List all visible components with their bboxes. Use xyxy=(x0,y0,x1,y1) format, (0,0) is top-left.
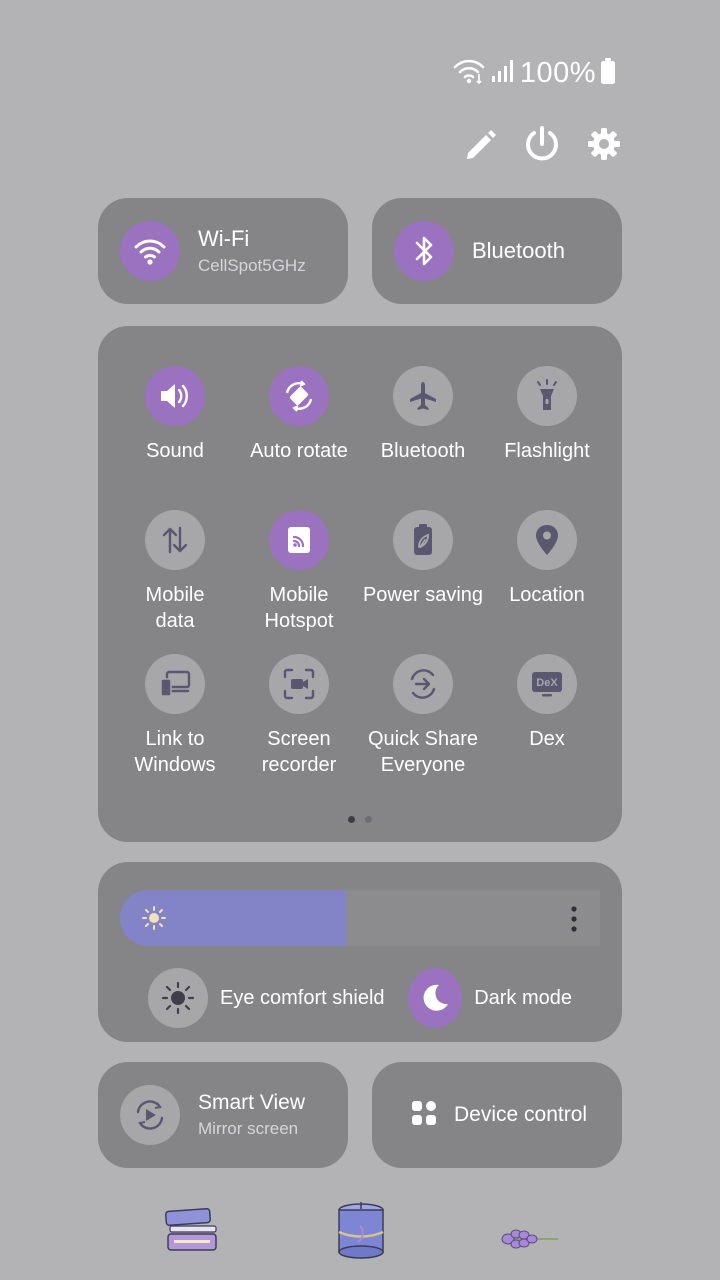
sound-icon xyxy=(145,366,205,426)
brightness-card: Eye comfort shield Dark mode xyxy=(98,862,622,1042)
quick-share-icon xyxy=(393,654,453,714)
tile-quick-share[interactable]: Quick Share Everyone xyxy=(361,654,485,778)
smart-view-subtitle: Mirror screen xyxy=(198,1119,299,1138)
smart-view-tile[interactable]: Smart View Mirror screen xyxy=(98,1062,348,1168)
mobile-data-label: Mobile data xyxy=(145,584,205,632)
dark-mode-label: Dark mode xyxy=(474,986,572,1009)
auto-rotate-icon xyxy=(269,366,329,426)
wifi-status-icon xyxy=(452,57,486,90)
wifi-icon xyxy=(120,221,180,281)
eye-comfort-label: Eye comfort shield xyxy=(220,986,385,1009)
dex-label: Dex xyxy=(529,728,565,750)
battery-icon xyxy=(600,57,616,90)
tile-power-saving[interactable]: Power saving xyxy=(361,510,485,608)
tile-location[interactable]: Location xyxy=(485,510,609,608)
screen-recorder-label: Screen recorder xyxy=(261,728,337,776)
smart-view-icon xyxy=(120,1085,180,1145)
page-indicator xyxy=(348,816,372,823)
screen-recorder-icon xyxy=(269,654,329,714)
quick-share-label: Quick Share Everyone xyxy=(367,728,479,776)
wifi-network-name: CellSpot5GHz xyxy=(198,256,306,275)
tile-flashlight[interactable]: Flashlight xyxy=(485,366,609,464)
quick-settings-grid: Sound Auto rotate Bluetooth Flashlight M… xyxy=(98,326,622,842)
bluetooth-grid-label: Bluetooth xyxy=(380,440,466,462)
brightness-slider[interactable] xyxy=(120,890,600,946)
smart-view-title: Smart View xyxy=(198,1091,305,1114)
sound-label: Sound xyxy=(146,440,204,462)
auto-rotate-label: Auto rotate xyxy=(250,440,348,462)
lavender-sticker-icon xyxy=(500,1224,560,1259)
tile-mobile-hotspot[interactable]: Mobile Hotspot xyxy=(237,510,361,634)
device-control-grid-icon xyxy=(410,1099,438,1132)
brightness-more-icon[interactable] xyxy=(570,906,578,937)
candle-sticker-icon xyxy=(334,1198,388,1265)
page-dot xyxy=(365,816,372,823)
books-sticker-icon xyxy=(160,1202,220,1261)
status-bar: 100% xyxy=(452,56,616,90)
signal-icon xyxy=(490,58,516,89)
bluetooth-icon xyxy=(394,221,454,281)
bluetooth-tile[interactable]: Bluetooth xyxy=(372,198,622,304)
location-label: Location xyxy=(509,584,585,606)
edit-pencil-icon[interactable] xyxy=(460,124,500,164)
page-dot-active xyxy=(348,816,355,823)
power-saving-label: Power saving xyxy=(362,584,484,606)
tile-screen-recorder[interactable]: Screen recorder xyxy=(237,654,361,778)
device-control-title: Device control xyxy=(454,1103,588,1126)
tile-bluetooth[interactable]: Bluetooth xyxy=(361,366,485,464)
wifi-title: Wi-Fi xyxy=(198,226,250,251)
mobile-data-arrows-icon xyxy=(145,510,205,570)
tile-mobile-data[interactable]: Mobile data xyxy=(113,510,237,634)
tile-dex[interactable]: DeX Dex xyxy=(485,654,609,752)
flashlight-label: Flashlight xyxy=(504,440,590,462)
panel-actions xyxy=(460,124,624,164)
link-to-windows-label: Link to Windows xyxy=(134,728,216,776)
hotspot-icon xyxy=(269,510,329,570)
dark-mode-moon-icon xyxy=(408,968,463,1028)
link-to-windows-icon xyxy=(145,654,205,714)
power-icon[interactable] xyxy=(522,124,562,164)
airplane-icon xyxy=(393,366,453,426)
dark-mode-toggle[interactable]: Dark mode xyxy=(408,968,572,1028)
battery-percent: 100% xyxy=(519,56,596,89)
dex-icon: DeX xyxy=(517,654,577,714)
settings-gear-icon[interactable] xyxy=(584,124,624,164)
mobile-hotspot-label: Mobile Hotspot xyxy=(264,584,334,632)
power-saving-icon xyxy=(393,510,453,570)
tile-link-to-windows[interactable]: Link to Windows xyxy=(113,654,237,778)
brightness-sun-icon xyxy=(142,906,166,935)
dex-badge-text: DeX xyxy=(536,677,558,689)
device-control-tile[interactable]: Device control xyxy=(372,1062,622,1168)
wifi-tile[interactable]: Wi-Fi CellSpot5GHz xyxy=(98,198,348,304)
location-pin-icon xyxy=(517,510,577,570)
tile-sound[interactable]: Sound xyxy=(113,366,237,464)
tile-auto-rotate[interactable]: Auto rotate xyxy=(237,366,361,464)
bluetooth-title: Bluetooth xyxy=(472,238,565,263)
eye-comfort-icon xyxy=(148,968,208,1028)
eye-comfort-toggle[interactable]: Eye comfort shield xyxy=(148,968,385,1028)
flashlight-icon xyxy=(517,366,577,426)
